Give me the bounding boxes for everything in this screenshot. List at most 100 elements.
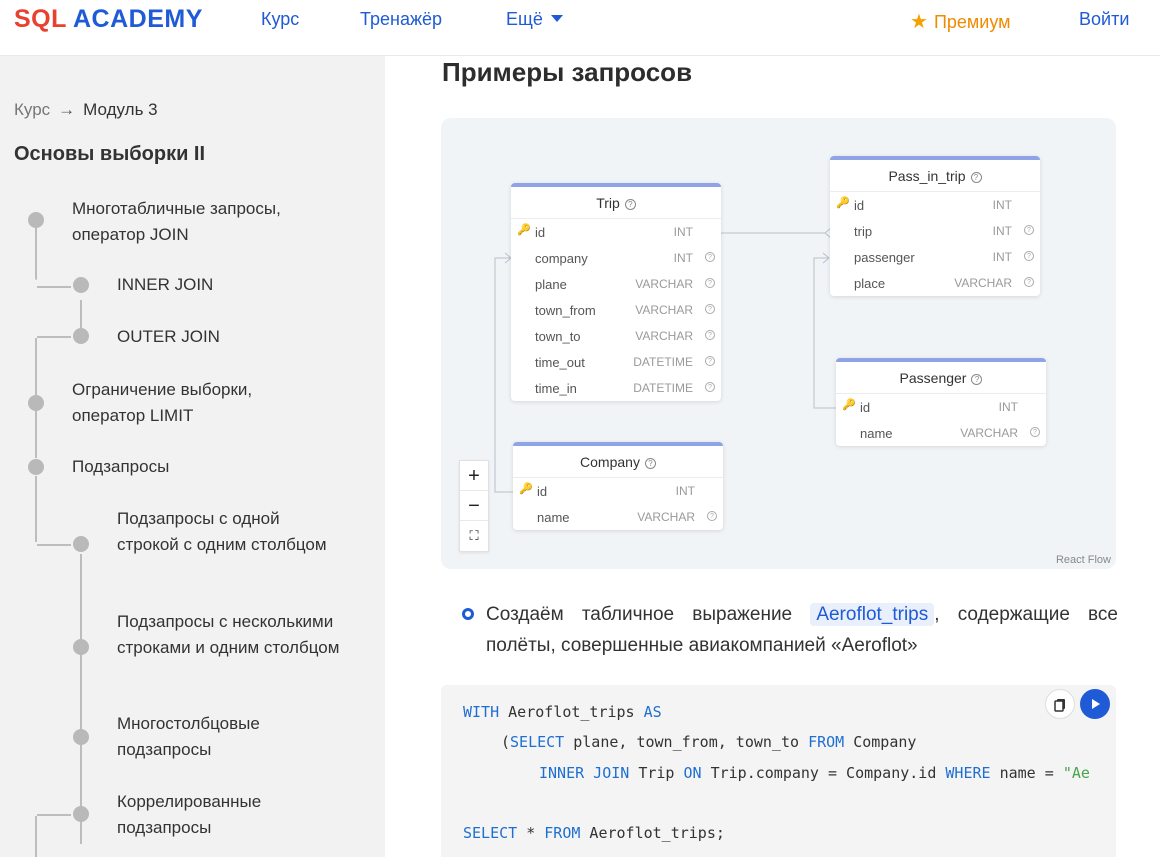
zoom-out-button[interactable]: −: [460, 491, 488, 521]
lesson-item[interactable]: Коррелированные подзапросы: [117, 789, 317, 841]
field-type: INT: [992, 250, 1012, 264]
help-icon: ?: [970, 172, 982, 183]
tree-dot: [73, 536, 89, 552]
login-link[interactable]: Войти: [1079, 9, 1129, 30]
premium-link[interactable]: ★ Премиум: [910, 9, 1011, 34]
field-name: company: [535, 251, 588, 266]
breadcrumb-course[interactable]: Курс: [14, 100, 50, 119]
tree-dot: [73, 639, 89, 655]
field-type: INT: [998, 400, 1018, 414]
code-block[interactable]: WITH Aeroflot_trips AS (SELECT plane, to…: [441, 685, 1116, 857]
field-name: passenger: [854, 250, 915, 265]
help-icon: ?: [644, 458, 656, 469]
lesson-item[interactable]: OUTER JOIN: [117, 324, 337, 350]
top-header: SQL ACADEMY Курс Тренажёр Ещё ★ Премиум В…: [0, 0, 1160, 56]
field-row: 🔑 id INT: [830, 192, 1040, 218]
field-name: id: [537, 484, 548, 499]
help-icon: ?: [705, 382, 715, 392]
code-keyword: FROM: [544, 824, 581, 842]
copy-button[interactable]: [1045, 689, 1075, 719]
code-text: name =: [990, 764, 1063, 782]
tree-line: [37, 286, 71, 288]
code-line: INNER JOIN Trip ON Trip.company = Compan…: [539, 764, 1090, 782]
table-name: Company: [580, 454, 640, 470]
help-icon: ?: [705, 252, 715, 262]
table-node-passenger[interactable]: Passenger? 🔑 id INT name VARCHAR?: [836, 358, 1046, 446]
help-icon: ?: [971, 374, 983, 385]
lesson-item[interactable]: Многостолбцовые подзапросы: [117, 711, 317, 763]
tree-dot: [73, 328, 89, 344]
field-row: name VARCHAR?: [513, 504, 723, 530]
tree-dot: [73, 277, 89, 293]
tree-line: [37, 814, 71, 816]
code-keyword: SELECT: [510, 733, 565, 751]
fit-view-button[interactable]: ⛶: [460, 521, 488, 551]
breadcrumb-module[interactable]: Модуль 3: [83, 100, 157, 119]
field-type: VARCHAR: [635, 329, 693, 343]
field-name: town_to: [535, 329, 581, 344]
field-row: time_in DATETIME?: [511, 375, 721, 401]
tree-line: [37, 336, 71, 338]
tree-line: [35, 476, 37, 542]
caret-down-icon: [550, 14, 563, 22]
lesson-item[interactable]: Подзапросы: [72, 454, 312, 480]
code-text: *: [517, 824, 545, 842]
react-flow-attribution[interactable]: React Flow: [1056, 554, 1111, 566]
field-type: VARCHAR: [635, 277, 693, 291]
zoom-controls: + − ⛶: [459, 460, 489, 552]
help-icon: ?: [705, 356, 715, 366]
table-node-company[interactable]: Company? 🔑 id INT name VARCHAR?: [513, 442, 723, 530]
table-node-pass-in-trip[interactable]: Pass_in_trip? 🔑 id INT trip INT? passenger I…: [830, 156, 1040, 296]
code-text: (: [501, 733, 511, 751]
nav-more[interactable]: Ещё: [506, 9, 563, 30]
lesson-item[interactable]: Ограничение выборки, оператор LIMIT: [72, 377, 312, 429]
field-row: place VARCHAR?: [830, 270, 1040, 296]
premium-label: Премиум: [933, 12, 1011, 32]
schema-diagram[interactable]: Trip? 🔑 id INT company INT? plane VARCHAR? t…: [441, 118, 1116, 569]
key-icon: 🔑: [517, 224, 531, 236]
field-name: trip: [854, 224, 873, 239]
field-row: time_out DATETIME?: [511, 349, 721, 375]
lesson-item[interactable]: INNER JOIN: [117, 272, 337, 298]
breadcrumb: Курс → Модуль 3: [14, 100, 158, 120]
field-row: town_from VARCHAR?: [511, 297, 721, 323]
tree-dot: [73, 806, 89, 822]
field-name: place: [854, 276, 886, 291]
code-keyword: INNER JOIN: [539, 764, 630, 782]
code-text: plane, town_from, town_to: [564, 733, 809, 751]
table-name: Trip: [596, 195, 620, 211]
field-type: VARCHAR: [960, 426, 1018, 440]
code-text: Trip: [629, 764, 684, 782]
tree-dot: [28, 459, 44, 475]
inline-code: Aeroflot_trips: [810, 603, 935, 626]
field-type: VARCHAR: [635, 303, 693, 317]
field-row: 🔑 id INT: [511, 219, 721, 245]
code-text: Aeroflot_trips;: [580, 824, 725, 842]
field-name: town_from: [535, 303, 596, 318]
help-icon: ?: [705, 304, 715, 314]
lesson-item[interactable]: Подзапросы с несколькими строками и одни…: [117, 609, 362, 661]
code-keyword: SELECT: [463, 824, 518, 842]
code-line: SELECT * FROM Aeroflot_trips;: [463, 824, 725, 842]
zoom-in-button[interactable]: +: [460, 461, 488, 491]
run-button[interactable]: [1080, 689, 1110, 719]
field-row: 🔑 id INT: [836, 394, 1046, 420]
lesson-item[interactable]: Многотабличные запросы, оператор JOIN: [72, 196, 332, 248]
table-node-trip[interactable]: Trip? 🔑 id INT company INT? plane VARCHAR? t…: [511, 183, 721, 401]
field-row: town_to VARCHAR?: [511, 323, 721, 349]
table-name: Passenger: [899, 370, 967, 386]
code-keyword: ON: [683, 764, 702, 782]
help-icon: ?: [1024, 251, 1034, 261]
logo[interactable]: SQL ACADEMY: [14, 5, 203, 34]
field-type: DATETIME: [633, 355, 693, 369]
field-row: 🔑 id INT: [513, 478, 723, 504]
nav-trainer[interactable]: Тренажёр: [360, 9, 442, 30]
lesson-item[interactable]: Подзапросы с одной строкой с одним столб…: [117, 506, 327, 558]
field-type: DATETIME: [633, 381, 693, 395]
field-name: time_in: [535, 381, 577, 396]
field-type: INT: [992, 224, 1012, 238]
help-icon: ?: [624, 199, 636, 210]
nav-course[interactable]: Курс: [261, 9, 299, 30]
table-name: Pass_in_trip: [888, 168, 966, 184]
bullet-text-before: Создаём табличное выражение: [486, 604, 793, 625]
